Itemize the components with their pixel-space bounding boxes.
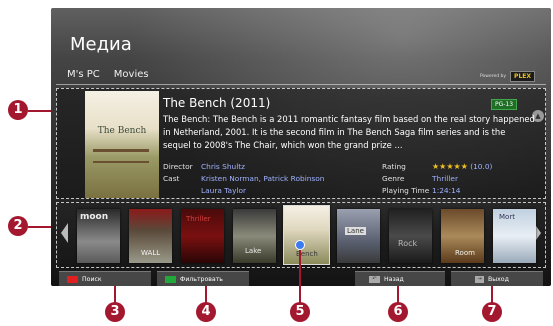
cast-label: Cast	[163, 174, 180, 183]
playing-time-value: 1:24:14	[432, 186, 461, 195]
bench-illustration	[93, 149, 149, 163]
playing-time-row: Playing Time 1:24:14	[382, 186, 461, 195]
thumbnail-label: moon	[80, 212, 109, 222]
bottom-bar: Поиск Фильтровать ↶ Назад ⇥ Выход	[51, 270, 551, 286]
movie-title: The Bench (2011)	[163, 96, 271, 110]
thumbnail-item[interactable]: Lane	[337, 209, 380, 263]
callout-3: 3	[105, 302, 125, 322]
genre-label: Genre	[382, 174, 405, 183]
callout-5-line	[299, 250, 301, 304]
cast-row-2: Laura Taylor	[201, 186, 246, 195]
plex-logo: PLEX	[510, 71, 535, 82]
cast-value-line1: Kristen Norman, Patrick Robinson	[201, 174, 325, 183]
exit-key-icon: ⇥	[475, 276, 484, 283]
genre-row: Genre Thriller	[382, 174, 458, 183]
director-label: Director	[163, 162, 193, 171]
movie-poster: The Bench	[85, 91, 159, 198]
page-title: Медиа	[70, 34, 132, 55]
breadcrumb: M's PC Movies	[67, 69, 149, 80]
playing-time-label: Playing Time	[382, 186, 430, 195]
callout-2: 2	[8, 216, 28, 236]
movie-description: The Bench: The Bench is a 2011 romantic …	[163, 114, 535, 150]
genre-value: Thriller	[432, 174, 458, 183]
callout-7: 7	[482, 302, 502, 322]
thumbnail-item[interactable]: Lake	[233, 209, 276, 263]
thumbnail-carousel: moon WALL Thriller Lake Bench Lane Rock …	[56, 202, 546, 268]
powered-by: Powered by PLEX	[480, 71, 535, 82]
rating-label: Rating	[382, 162, 406, 171]
movie-detail-panel: The Bench The Bench (2011) PG-13 ▲ The B…	[56, 88, 546, 199]
thumbnail-label: WALL	[141, 249, 161, 257]
thumbnail-label: Lake	[245, 247, 262, 255]
thumbnail-item-selected[interactable]: Bench	[283, 205, 330, 265]
age-rating-badge: PG-13	[491, 99, 518, 110]
rating-stars-icon: ★★★★★	[432, 162, 468, 171]
thumbnail-label: Room	[455, 249, 475, 257]
thumbnail-label: Lane	[345, 227, 366, 235]
back-key-icon: ↶	[369, 276, 380, 283]
exit-button[interactable]: ⇥ Выход	[451, 271, 543, 286]
thumbnail-label: Thriller	[186, 215, 211, 223]
thumbnail-item[interactable]: moon	[77, 209, 120, 263]
thumbnail-item[interactable]: WALL	[129, 209, 172, 263]
thumbnail-item[interactable]: Thriller	[181, 209, 224, 263]
search-label: Поиск	[82, 276, 102, 283]
cast-value-line2: Laura Taylor	[201, 186, 247, 195]
rating-value: (10.0)	[470, 162, 493, 171]
cast-row: Cast Kristen Norman, Patrick Robinson	[163, 174, 324, 183]
selection-indicator	[295, 240, 305, 250]
director-row: Director Chris Shultz	[163, 162, 245, 171]
poster-title: The Bench	[97, 126, 147, 136]
exit-label: Выход	[488, 276, 509, 283]
back-label: Назад	[384, 276, 404, 283]
tv-screen: Медиа M's PC Movies Powered by PLEX The …	[51, 8, 551, 286]
rating-row: Rating ★★★★★ (10.0)	[382, 162, 492, 171]
filter-label: Фильтровать	[180, 276, 223, 283]
breadcrumb-source[interactable]: M's PC	[67, 69, 100, 80]
header-divider	[56, 84, 546, 85]
callout-5: 5	[290, 302, 310, 322]
back-button[interactable]: ↶ Назад	[355, 271, 445, 286]
director-value: Chris Shultz	[201, 162, 246, 171]
callout-4: 4	[196, 302, 216, 322]
thumbnail-item[interactable]: Mort	[493, 209, 536, 263]
callout-1: 1	[8, 100, 28, 120]
thumbnail-item[interactable]: Room	[441, 209, 484, 263]
breadcrumb-folder[interactable]: Movies	[114, 69, 149, 80]
thumbnail-item[interactable]: Rock	[389, 209, 432, 263]
red-key-icon	[67, 276, 78, 283]
callout-6: 6	[388, 302, 408, 322]
thumbnail-label: Rock	[398, 239, 418, 248]
thumbnail-label: Mort	[499, 213, 515, 221]
search-button[interactable]: Поиск	[59, 271, 151, 286]
green-key-icon	[165, 276, 176, 283]
filter-button[interactable]: Фильтровать	[157, 271, 249, 286]
powered-by-label: Powered by	[479, 74, 507, 79]
carousel-left-arrow-icon[interactable]	[61, 223, 68, 243]
